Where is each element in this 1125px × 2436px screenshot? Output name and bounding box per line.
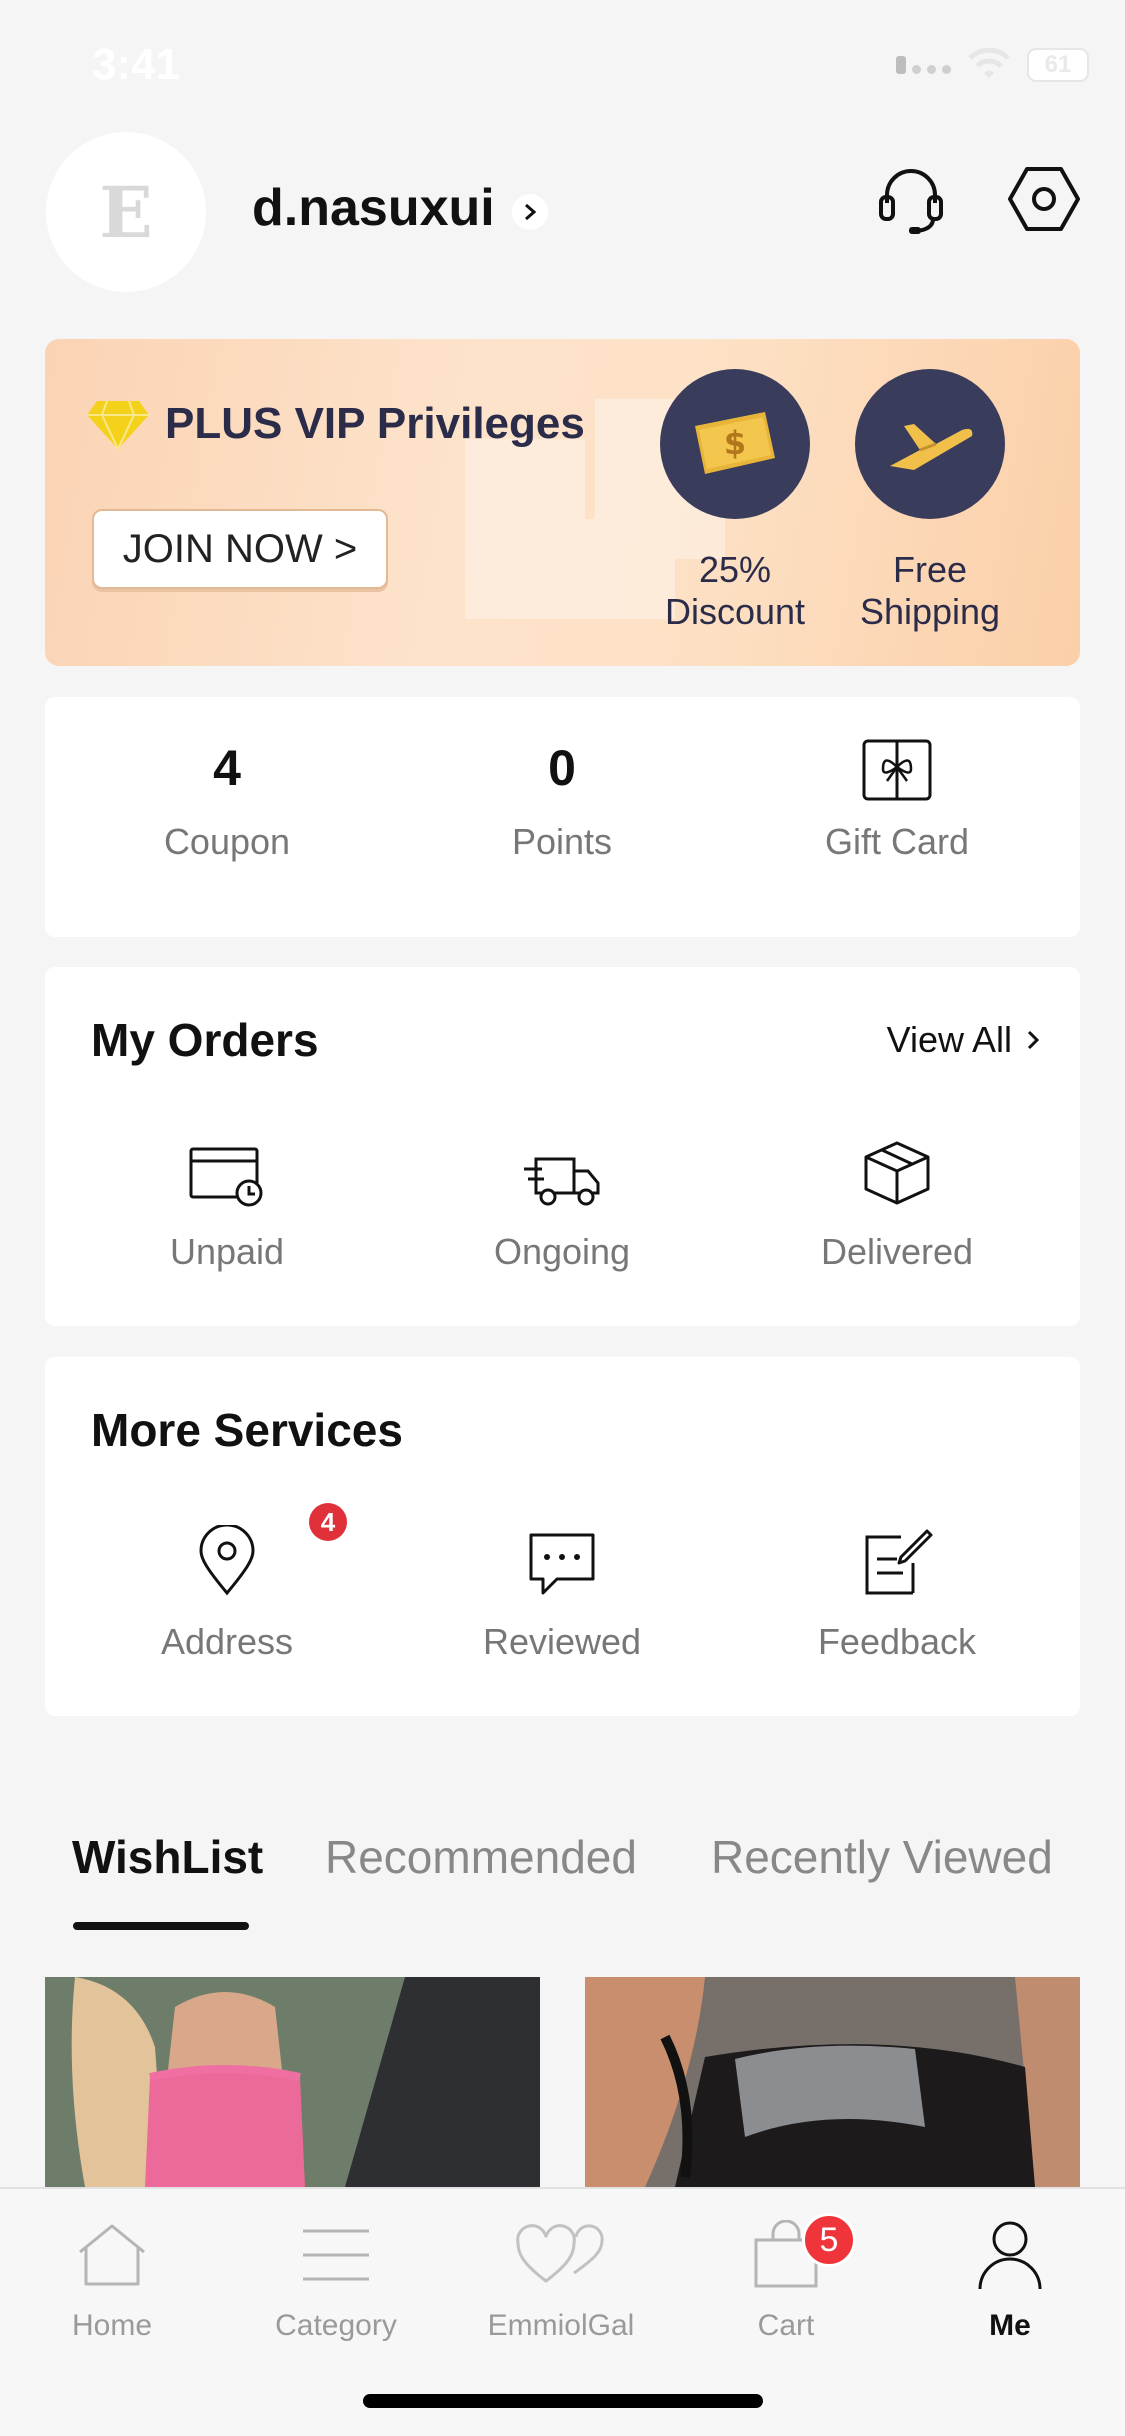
- order-ongoing[interactable]: Ongoing: [412, 1127, 712, 1273]
- perk-discount-line1: 25%: [698, 549, 772, 590]
- active-tab-indicator: [73, 1922, 249, 1930]
- gift-card-stat[interactable]: Gift Card: [747, 697, 1047, 863]
- vip-banner[interactable]: PLUS VIP Privileges JOIN NOW > $ 25% Dis…: [45, 339, 1080, 666]
- product-photo-pink-top: [45, 1977, 540, 2187]
- points-count: 0: [548, 740, 576, 796]
- edit-note-icon: [747, 1517, 1047, 1597]
- hearts-icon: [471, 2215, 651, 2295]
- settings-hexagon-icon[interactable]: [1003, 158, 1085, 240]
- address-label: Address: [160, 1621, 294, 1662]
- vip-perk-discount: $ 25% Discount: [650, 369, 820, 633]
- delivered-label: Delivered: [820, 1231, 974, 1272]
- wishlist-product-image[interactable]: [45, 1977, 540, 2187]
- nav-me-label: Me: [989, 2309, 1031, 2342]
- ongoing-label: Ongoing: [493, 1231, 631, 1272]
- airplane-icon: [855, 369, 1005, 519]
- nav-home-label: Home: [71, 2309, 153, 2342]
- coupon-ticket-icon: $: [660, 369, 810, 519]
- profile-chevron-right-icon[interactable]: [512, 194, 548, 230]
- coupon-count: 4: [213, 740, 241, 796]
- tab-recommended[interactable]: Recommended: [325, 1830, 637, 1884]
- view-all-orders-link[interactable]: View All: [887, 1019, 1040, 1061]
- service-address[interactable]: 4 Address: [77, 1503, 377, 1663]
- service-reviewed[interactable]: Reviewed: [412, 1517, 712, 1663]
- vip-title: PLUS VIP Privileges: [165, 399, 585, 448]
- coupon-label: Coupon: [163, 821, 291, 862]
- nav-category[interactable]: Category: [246, 2215, 426, 2343]
- order-delivered[interactable]: Delivered: [747, 1127, 1047, 1273]
- avatar-letter: E: [99, 170, 153, 254]
- product-photo-striped-top: [585, 1977, 1080, 2187]
- unpaid-label: Unpaid: [169, 1231, 285, 1272]
- home-icon: [22, 2215, 202, 2295]
- perk-discount-line2: Discount: [664, 591, 806, 632]
- nav-cart-label: Cart: [757, 2309, 815, 2342]
- join-now-button[interactable]: JOIN NOW >: [92, 509, 388, 589]
- cart-count-badge: 5: [802, 2213, 856, 2267]
- assets-card: 4 Coupon 0 Points Gift Card: [45, 697, 1080, 937]
- gift-card-icon: [747, 739, 1047, 801]
- status-time: 3:41: [92, 40, 181, 89]
- nav-category-label: Category: [275, 2309, 397, 2342]
- wifi-icon: [968, 48, 1010, 78]
- nav-me[interactable]: Me: [920, 2215, 1100, 2343]
- perk-shipping-line1: Free: [892, 549, 968, 590]
- nav-home[interactable]: Home: [22, 2215, 202, 2343]
- menu-lines-icon: [246, 2215, 426, 2295]
- username[interactable]: d.nasuxui: [252, 178, 495, 238]
- chat-bubble-icon: [412, 1517, 712, 1597]
- perk-shipping-line2: Shipping: [859, 591, 1001, 632]
- gift-card-label: Gift Card: [824, 821, 970, 862]
- package-box-icon: [747, 1127, 1047, 1207]
- address-badge: 4: [309, 1503, 347, 1541]
- vip-perk-shipping: Free Shipping: [845, 369, 1015, 633]
- status-bar: 3:41 61: [0, 0, 1125, 140]
- orders-card: My Orders View All Unpaid Ongoing Delive…: [45, 967, 1080, 1326]
- view-all-label: View All: [886, 1019, 1012, 1060]
- order-unpaid[interactable]: Unpaid: [77, 1127, 377, 1273]
- person-icon: [920, 2215, 1100, 2295]
- reviewed-label: Reviewed: [482, 1621, 642, 1662]
- coupon-stat[interactable]: 4 Coupon: [77, 697, 377, 863]
- wishlist-product-image[interactable]: [585, 1977, 1080, 2187]
- battery-indicator: 61: [1027, 48, 1089, 82]
- points-stat[interactable]: 0 Points: [412, 697, 712, 863]
- status-indicators: 61: [896, 48, 1089, 82]
- cellular-signal-icon: [896, 56, 951, 74]
- nav-emmiolgal[interactable]: EmmiolGal: [471, 2215, 651, 2343]
- services-card: More Services 4 Address Reviewed Feedbac…: [45, 1357, 1080, 1716]
- services-title: More Services: [91, 1404, 403, 1456]
- chevron-right-icon: [1027, 1030, 1040, 1050]
- customer-service-headset-icon[interactable]: [870, 158, 952, 240]
- service-feedback[interactable]: Feedback: [747, 1517, 1047, 1663]
- delivery-truck-icon: [412, 1127, 712, 1207]
- nav-cart[interactable]: 5 Cart: [696, 2213, 876, 2343]
- orders-title: My Orders: [91, 1014, 319, 1066]
- feedback-label: Feedback: [817, 1621, 977, 1662]
- points-label: Points: [511, 821, 613, 862]
- tab-recently-viewed[interactable]: Recently Viewed: [711, 1830, 1053, 1884]
- svg-text:$: $: [724, 424, 746, 462]
- avatar[interactable]: E: [46, 132, 206, 292]
- tab-wishlist[interactable]: WishList: [72, 1830, 263, 1884]
- diamond-icon: [87, 400, 149, 451]
- home-indicator: [363, 2394, 763, 2408]
- nav-emmiolgal-label: EmmiolGal: [487, 2309, 635, 2342]
- unpaid-card-clock-icon: [77, 1127, 377, 1207]
